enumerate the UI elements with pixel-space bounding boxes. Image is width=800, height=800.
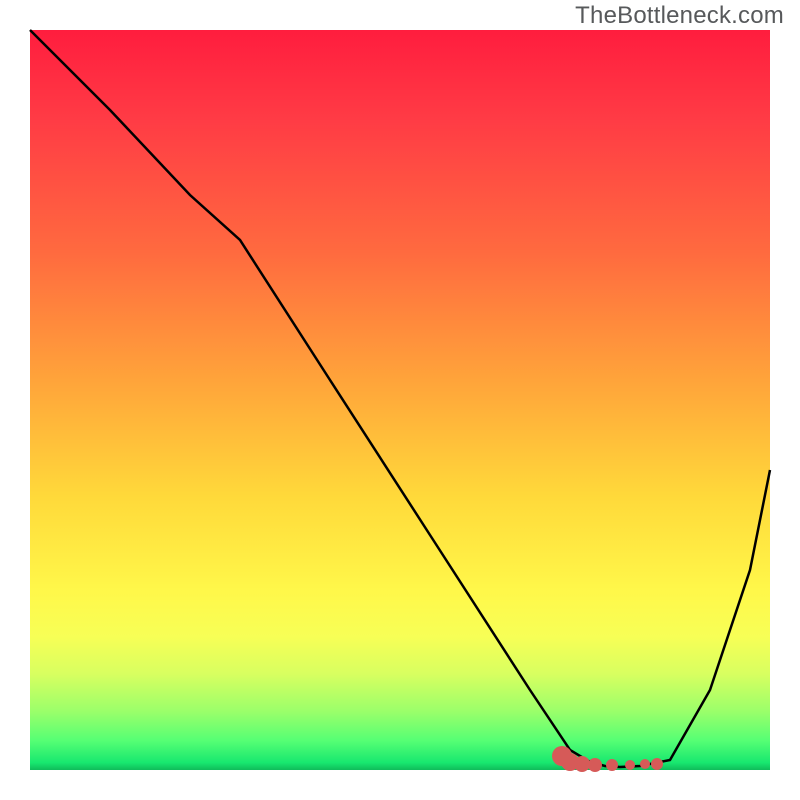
bottleneck-curve [30,30,770,767]
highlight-dot [606,759,618,771]
highlight-dot [625,760,635,770]
chart-svg [30,30,770,770]
plot-area [30,30,770,770]
chart-container: TheBottleneck.com [0,0,800,800]
highlight-dot [574,756,590,772]
highlight-dot [651,758,663,770]
highlight-dot [640,759,650,769]
highlight-dots-group [552,746,663,772]
highlight-dot [588,758,602,772]
watermark-label: TheBottleneck.com [575,2,784,30]
